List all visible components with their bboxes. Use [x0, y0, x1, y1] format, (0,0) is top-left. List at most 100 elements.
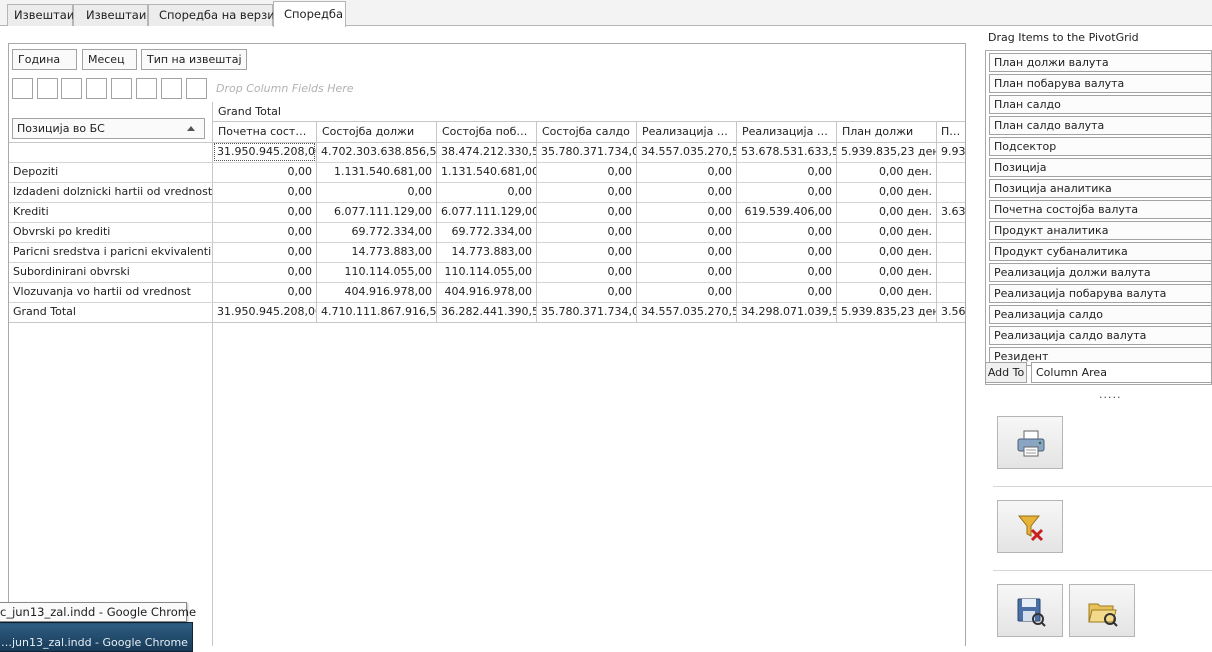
field-item[interactable]: Реализација салдо валута — [989, 326, 1211, 345]
data-cell[interactable]: 14.773.883,00 — [317, 242, 436, 262]
data-cell[interactable]: 0,00 — [737, 162, 836, 182]
data-cell[interactable]: 0,00 — [317, 182, 436, 202]
row-label[interactable]: Obvrski po krediti — [9, 222, 212, 242]
column-field-slot[interactable] — [37, 78, 58, 99]
data-cell[interactable]: 0,00 — [537, 222, 636, 242]
data-cell[interactable]: 3.631 — [937, 202, 965, 222]
data-cell[interactable]: 35.780.371.734,00 — [537, 142, 636, 162]
grand-total-cell[interactable]: 4.710.111.867.916,50 — [317, 302, 436, 322]
data-cell[interactable]: 0,00 — [737, 182, 836, 202]
row-label[interactable]: Vlozuvanja vo hartii od vrednost — [9, 282, 212, 302]
data-cell[interactable]: 0,00 — [737, 222, 836, 242]
data-cell[interactable]: 1.131.540.681,00 — [317, 162, 436, 182]
data-cell[interactable]: 0,00 — [213, 242, 316, 262]
row-label[interactable]: Paricni sredstva i paricni ekvivalenti — [9, 242, 212, 262]
add-to-button[interactable]: Add To — [985, 362, 1027, 383]
data-cell[interactable]: 0,00 — [537, 262, 636, 282]
data-cell[interactable]: 0,00 — [637, 242, 736, 262]
data-cell[interactable]: 0,00 — [213, 262, 316, 282]
column-header-plan-dolzi[interactable]: План должи — [837, 122, 936, 142]
data-cell[interactable] — [937, 182, 965, 202]
column-header-realizacija-dolzi[interactable]: Реализација до… — [637, 122, 736, 142]
tab-sporedba[interactable]: Споредба — [273, 1, 346, 27]
data-cell[interactable] — [937, 162, 965, 182]
column-header-sostojba-dolzi[interactable]: Состојба должи — [317, 122, 436, 142]
data-cell[interactable]: 0,00 — [437, 182, 536, 202]
tab-sporedba-na-verzii[interactable]: Споредба на верзии — [148, 4, 282, 26]
row-label[interactable] — [9, 142, 212, 162]
open-layout-button[interactable] — [1069, 584, 1135, 637]
taskbar-window-thumbnail[interactable]: …jun13_zal.indd - Google Chrome — [0, 622, 193, 652]
data-cell[interactable]: 0,00 ден. — [837, 262, 936, 282]
data-cell[interactable]: 0,00 — [213, 282, 316, 302]
data-cell[interactable]: 38.474.212.330,50 — [437, 142, 536, 162]
data-cell[interactable]: 0,00 — [637, 262, 736, 282]
column-field-slot[interactable] — [86, 78, 107, 99]
data-cell[interactable]: 34.557.035.270,50 — [637, 142, 736, 162]
column-header-realizacija-pobaruva[interactable]: Реализација по… — [737, 122, 836, 142]
row-field-pozicija-vo-bs[interactable]: Позиција во БС — [12, 118, 205, 139]
data-cell[interactable]: 0,00 ден. — [837, 222, 936, 242]
grip-dots[interactable]: ..... — [1099, 388, 1121, 401]
data-cell[interactable]: 0,00 — [213, 222, 316, 242]
data-cell[interactable]: 0,00 — [737, 262, 836, 282]
data-cell[interactable]: 53.678.531.633,50 — [737, 142, 836, 162]
data-cell[interactable]: 6.077.111.129,00 — [317, 202, 436, 222]
column-field-slot[interactable] — [161, 78, 182, 99]
row-label[interactable]: Subordinirani obvrski — [9, 262, 212, 282]
data-cell[interactable]: 0,00 — [637, 222, 736, 242]
field-item[interactable]: План салдо валута — [989, 116, 1211, 135]
row-label[interactable]: Depoziti — [9, 162, 212, 182]
column-field-slot[interactable] — [12, 78, 33, 99]
row-label[interactable]: Izdadeni dolznicki hartii od vrednost — [9, 182, 212, 202]
sort-ascending-icon[interactable] — [187, 126, 195, 131]
field-item[interactable]: Реализација побарува валута — [989, 284, 1211, 303]
grand-total-cell[interactable]: 3.562 — [937, 302, 965, 322]
field-item[interactable]: Позиција — [989, 158, 1211, 177]
tab-izvestai-1[interactable]: Извештаи — [7, 4, 74, 26]
data-cell[interactable]: 0,00 — [537, 282, 636, 302]
filter-field-tip-na-izvestaj[interactable]: Тип на извештај — [141, 49, 247, 70]
data-cell[interactable]: 0,00 — [637, 182, 736, 202]
data-cell[interactable]: 0,00 ден. — [837, 282, 936, 302]
field-item[interactable]: Позиција аналитика — [989, 179, 1211, 198]
data-cell[interactable]: 0,00 ден. — [837, 182, 936, 202]
data-cell[interactable]: 0,00 ден. — [837, 162, 936, 182]
data-cell[interactable]: 0,00 — [737, 242, 836, 262]
data-cell[interactable]: 0,00 ден. — [837, 242, 936, 262]
data-cell[interactable]: 9.931 — [937, 142, 965, 162]
data-cell[interactable]: 404.916.978,00 — [437, 282, 536, 302]
data-cell[interactable]: 4.702.303.638.856,50 — [317, 142, 436, 162]
field-item[interactable]: Подсектор — [989, 137, 1211, 156]
grand-total-cell[interactable]: 34.298.071.039,50 — [737, 302, 836, 322]
field-item[interactable]: Продукт субаналитика — [989, 242, 1211, 261]
clear-filter-button[interactable] — [997, 500, 1063, 553]
data-cell[interactable] — [937, 262, 965, 282]
column-field-slot[interactable] — [61, 78, 82, 99]
data-cell[interactable] — [937, 282, 965, 302]
grand-total-cell[interactable]: 35.780.371.734,00 — [537, 302, 636, 322]
data-cell[interactable]: 0,00 — [537, 182, 636, 202]
data-cell[interactable]: 0,00 — [537, 162, 636, 182]
data-cell[interactable]: 0,00 — [737, 282, 836, 302]
data-cell[interactable]: 110.114.055,00 — [317, 262, 436, 282]
field-item[interactable]: План должи валута — [989, 53, 1211, 72]
column-header-plan-pobaruva[interactable]: П… — [937, 122, 965, 142]
print-button[interactable] — [997, 416, 1063, 469]
area-select[interactable]: Column Area — [1031, 362, 1212, 383]
column-field-slot[interactable] — [111, 78, 132, 99]
field-item[interactable]: План побарува валута — [989, 74, 1211, 93]
data-cell[interactable]: 1.131.540.681,00 — [437, 162, 536, 182]
field-item[interactable]: План салдо — [989, 95, 1211, 114]
field-item[interactable]: Реализација должи валута — [989, 263, 1211, 282]
data-cell[interactable]: 69.772.334,00 — [437, 222, 536, 242]
data-cell[interactable]: 619.539.406,00 — [737, 202, 836, 222]
data-cell[interactable]: 31.950.945.208,00 — [213, 142, 316, 162]
data-cell[interactable]: 0,00 — [537, 202, 636, 222]
data-cell[interactable]: 0,00 — [637, 282, 736, 302]
data-cell[interactable]: 404.916.978,00 — [317, 282, 436, 302]
column-header-pocetna-sostojba[interactable]: Почетна состојба — [213, 122, 316, 142]
data-cell[interactable]: 6.077.111.129,00 — [437, 202, 536, 222]
column-field-slot[interactable] — [136, 78, 157, 99]
save-layout-button[interactable] — [997, 584, 1063, 637]
